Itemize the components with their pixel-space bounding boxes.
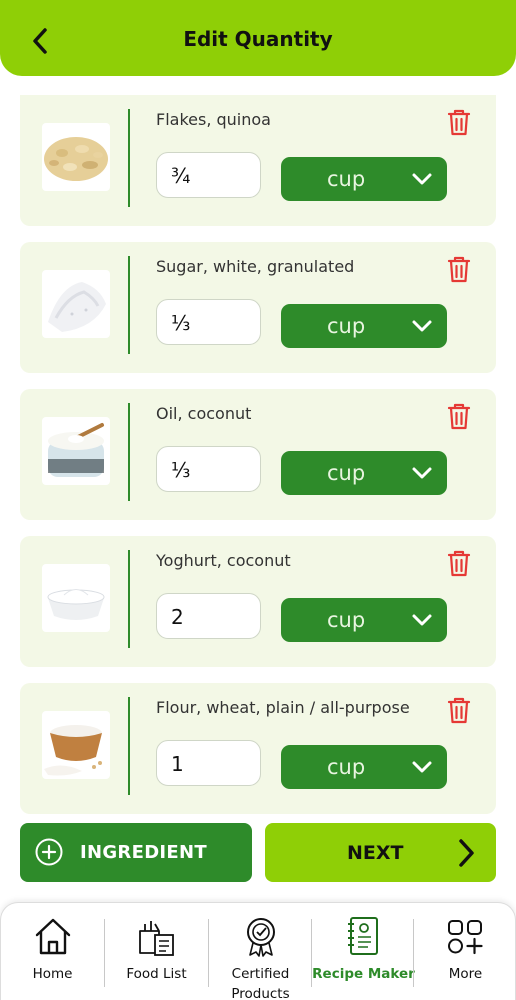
nav-item-home[interactable]: Home — [1, 903, 104, 1000]
ingredient-card: Sugar, white, granulated ⅓ cup — [20, 242, 496, 373]
nav-item-more[interactable]: More — [414, 903, 516, 1000]
quantity-input[interactable]: ⅓ — [156, 299, 261, 345]
card-divider — [128, 256, 130, 354]
certified-badge-icon — [247, 918, 275, 957]
trash-icon — [447, 256, 471, 283]
add-ingredient-label: INGREDIENT — [80, 842, 207, 863]
ingredient-card: Flakes, quinoa ¾ cup — [20, 95, 496, 226]
ingredient-image — [42, 270, 110, 338]
nav-label: More — [448, 966, 483, 982]
next-button[interactable]: NEXT — [265, 823, 496, 882]
unit-value: cup — [327, 314, 366, 338]
chevron-down-icon — [412, 761, 432, 773]
card-divider — [128, 550, 130, 648]
nav-label: Recipe Maker — [312, 966, 415, 982]
nav-label: Certified Products — [231, 966, 290, 1000]
delete-button[interactable] — [446, 401, 472, 431]
unit-value: cup — [327, 461, 366, 485]
bottom-nav: Home Food List Certified Products Recipe… — [0, 902, 516, 1000]
next-label: NEXT — [347, 842, 404, 864]
ingredient-image — [42, 711, 110, 779]
recipe-book-icon — [348, 917, 378, 955]
unit-select[interactable]: cup — [281, 598, 447, 642]
delete-button[interactable] — [446, 254, 472, 284]
ingredient-image — [42, 564, 110, 632]
page-title: Edit Quantity — [183, 27, 333, 51]
unit-select[interactable]: cup — [281, 745, 447, 789]
delete-button[interactable] — [446, 548, 472, 578]
ingredient-name: Sugar, white, granulated — [156, 257, 355, 276]
chevron-right-icon — [459, 839, 474, 867]
trash-icon — [447, 697, 471, 724]
nav-item-certified-products[interactable]: Certified Products — [209, 903, 312, 1000]
food-list-icon — [139, 921, 174, 956]
home-icon — [35, 918, 71, 955]
delete-button[interactable] — [446, 695, 472, 725]
ingredient-list: Flakes, quinoa ¾ cup Sugar, white, granu… — [20, 95, 496, 830]
unit-select[interactable]: cup — [281, 304, 447, 348]
plus-circle-icon — [35, 838, 63, 866]
nav-item-recipe-maker[interactable]: Recipe Maker — [312, 903, 415, 1000]
quantity-input[interactable]: 2 — [156, 593, 261, 639]
ingredient-name: Yoghurt, coconut — [156, 551, 291, 570]
ingredient-image — [42, 417, 110, 485]
trash-icon — [447, 550, 471, 577]
chevron-down-icon — [412, 614, 432, 626]
unit-value: cup — [327, 755, 366, 779]
quantity-input[interactable]: ⅓ — [156, 446, 261, 492]
card-divider — [128, 697, 130, 795]
nav-label: Food List — [126, 966, 187, 982]
nav-label: Home — [32, 966, 73, 982]
ingredient-card: Yoghurt, coconut 2 cup — [20, 536, 496, 667]
ingredient-name: Flakes, quinoa — [156, 110, 271, 129]
header-bar: Edit Quantity — [0, 0, 516, 76]
ingredient-card: Oil, coconut ⅓ cup — [20, 389, 496, 520]
card-divider — [128, 403, 130, 501]
chevron-down-icon — [412, 320, 432, 332]
ingredient-card: Flour, wheat, plain / all-purpose 1 cup — [20, 683, 496, 814]
add-ingredient-button[interactable]: INGREDIENT — [20, 823, 252, 882]
ingredient-name: Flour, wheat, plain / all-purpose — [156, 698, 410, 717]
quantity-input[interactable]: 1 — [156, 740, 261, 786]
unit-value: cup — [327, 167, 366, 191]
nav-item-food-list[interactable]: Food List — [105, 903, 208, 1000]
card-divider — [128, 109, 130, 207]
unit-value: cup — [327, 608, 366, 632]
chevron-down-icon — [412, 467, 432, 479]
delete-button[interactable] — [446, 107, 472, 137]
trash-icon — [447, 403, 471, 430]
chevron-down-icon — [412, 173, 432, 185]
ingredient-name: Oil, coconut — [156, 404, 252, 423]
unit-select[interactable]: cup — [281, 157, 447, 201]
unit-select[interactable]: cup — [281, 451, 447, 495]
ingredient-image — [42, 123, 110, 191]
quantity-input[interactable]: ¾ — [156, 152, 261, 198]
trash-icon — [447, 109, 471, 136]
more-grid-icon — [448, 920, 483, 955]
